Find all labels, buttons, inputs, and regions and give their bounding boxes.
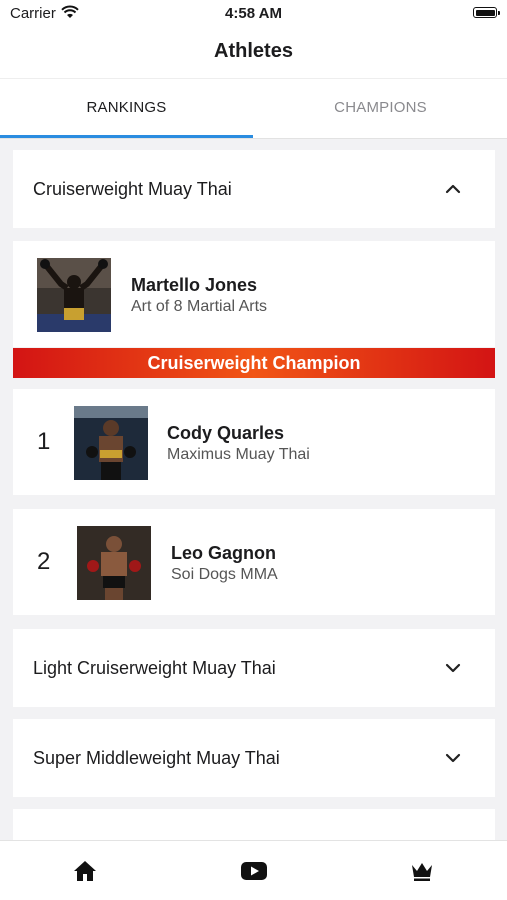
tab-rankings[interactable]: RANKINGS (0, 79, 253, 136)
champion-card[interactable]: Martello Jones Art of 8 Martial Arts (13, 241, 495, 347)
fighter-gym: Soi Dogs MMA (171, 566, 278, 583)
champion-name: Martello Jones (131, 275, 258, 295)
chevron-up-icon (445, 181, 461, 202)
fighter-photo (77, 526, 151, 600)
youtube-icon[interactable] (238, 855, 270, 887)
segment-tabs: RANKINGS CHAMPIONS (0, 79, 507, 138)
page-title: Athletes (214, 40, 293, 62)
fighter-gym: Maximus Muay Thai (167, 446, 310, 463)
home-icon[interactable] (69, 855, 101, 887)
champion-photo (37, 258, 111, 332)
rank-number: 2 (37, 548, 51, 575)
division-header-super-middleweight[interactable]: Super Middleweight Muay Thai (13, 719, 495, 797)
rankings-list[interactable]: Cruiserweight Muay Thai Martello Jones A… (0, 139, 507, 840)
chevron-down-icon (445, 660, 461, 681)
division-name: Cruiserweight Muay Thai (33, 179, 232, 199)
division-header-light-cruiserweight[interactable]: Light Cruiserweight Muay Thai (13, 629, 495, 707)
champion-banner: Cruiserweight Champion (13, 348, 495, 378)
battery-icon (473, 7, 500, 18)
fighter-name: Leo Gagnon (171, 543, 276, 563)
ranking-row-2[interactable]: 2 Leo Gagnon Soi Dogs MMA (13, 509, 495, 615)
champion-gym: Art of 8 Martial Arts (131, 298, 268, 315)
status-time: 4:58 AM (225, 5, 282, 22)
division-name: Light Cruiserweight Muay Thai (33, 658, 276, 678)
rank-number: 1 (37, 428, 51, 455)
division-name: Super Middleweight Muay Thai (33, 748, 280, 768)
chevron-down-icon (445, 750, 461, 771)
tab-champions[interactable]: CHAMPIONS (254, 79, 507, 136)
status-bar: Carrier 4:58 AM (0, 0, 507, 28)
crown-icon[interactable] (406, 855, 438, 887)
fighter-photo (74, 406, 148, 480)
division-header-partial[interactable] (13, 809, 495, 840)
bottom-tab-bar (0, 840, 507, 900)
ranking-row-1[interactable]: 1 Cody Quarles Maximus Muay Thai (13, 389, 495, 495)
division-header-cruiserweight[interactable]: Cruiserweight Muay Thai (13, 150, 495, 228)
fighter-name: Cody Quarles (167, 423, 285, 443)
